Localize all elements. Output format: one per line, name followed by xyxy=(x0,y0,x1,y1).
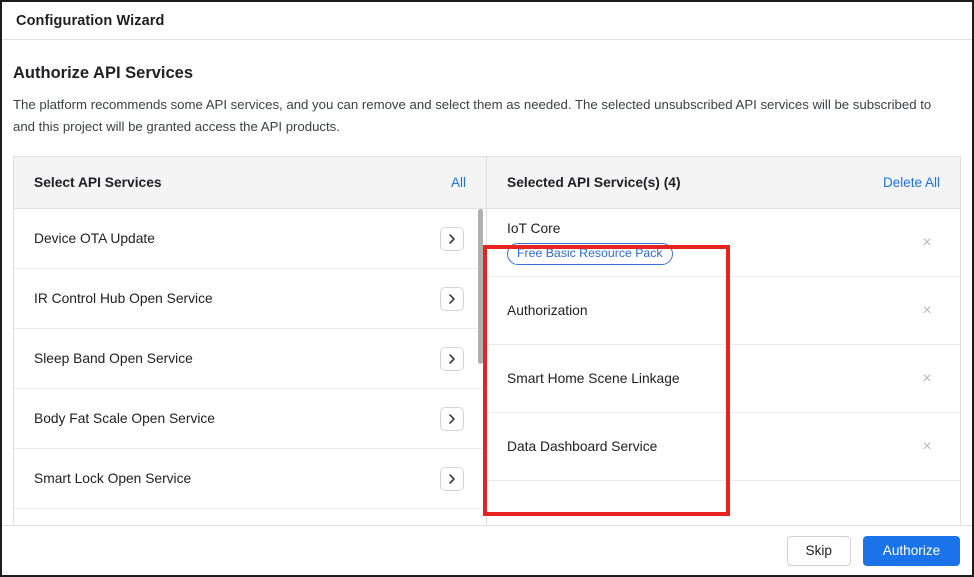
selected-service-row[interactable]: Authorization × xyxy=(487,277,960,345)
available-services-column: Select API Services All Device OTA Updat… xyxy=(14,157,487,529)
available-service-row[interactable]: Sleep Band Open Service xyxy=(14,329,486,389)
available-service-name: Device OTA Update xyxy=(34,231,155,246)
available-service-name: Smart Lock Open Service xyxy=(34,471,192,486)
selected-service-row[interactable]: IoT Core Free Basic Resource Pack × xyxy=(487,209,960,277)
available-service-name: IR Control Hub Open Service xyxy=(34,291,213,306)
page-description: The platform recommends some API service… xyxy=(13,97,932,134)
available-services-list[interactable]: Device OTA Update IR Control Hub Open Ser… xyxy=(14,209,486,529)
page-title: Authorize API Services xyxy=(13,64,194,82)
api-services-panels: Select API Services All Device OTA Updat… xyxy=(13,156,961,529)
scrollbar-thumb[interactable] xyxy=(478,209,483,364)
close-x-icon[interactable]: × xyxy=(916,300,938,322)
selected-service-name: IoT Core xyxy=(507,220,561,236)
wizard-footer: Skip Authorize xyxy=(2,525,972,575)
configuration-wizard-window: Configuration Wizard Authorize API Servi… xyxy=(0,0,974,577)
window-titlebar: Configuration Wizard xyxy=(2,2,972,40)
chevron-right-icon[interactable] xyxy=(440,406,464,431)
resource-pack-badge: Free Basic Resource Pack xyxy=(507,242,673,265)
chevron-right-icon[interactable] xyxy=(440,466,464,491)
skip-button[interactable]: Skip xyxy=(786,535,851,566)
available-services-title: Select API Services xyxy=(34,175,162,190)
close-x-icon[interactable]: × xyxy=(916,232,938,254)
selected-service-row[interactable]: Data Dashboard Service × xyxy=(487,413,960,481)
wizard-body: Authorize API Services The platform reco… xyxy=(2,40,972,529)
close-x-icon[interactable]: × xyxy=(916,368,938,390)
available-services-rows: Device OTA Update IR Control Hub Open Ser… xyxy=(14,209,486,529)
selected-service-name: Authorization xyxy=(507,303,588,318)
selected-service-info: Authorization xyxy=(507,303,588,318)
available-service-row[interactable]: Smart Lock Open Service xyxy=(14,449,486,509)
selected-service-info: Data Dashboard Service xyxy=(507,439,657,454)
selected-services-title: Selected API Service(s) (4) xyxy=(507,175,681,190)
selected-services-column: Selected API Service(s) (4) Delete All I… xyxy=(487,157,960,529)
window-title: Configuration Wizard xyxy=(16,12,165,29)
selected-service-name: Data Dashboard Service xyxy=(507,439,658,454)
selected-services-rows: IoT Core Free Basic Resource Pack × Authori… xyxy=(487,209,960,481)
available-services-header: Select API Services All xyxy=(14,157,486,209)
available-service-name: Sleep Band Open Service xyxy=(34,351,193,366)
close-x-icon[interactable]: × xyxy=(916,436,938,458)
selected-services-header: Selected API Service(s) (4) Delete All xyxy=(487,157,960,209)
delete-all-link[interactable]: Delete All xyxy=(883,175,940,190)
selected-service-name: Smart Home Scene Linkage xyxy=(507,371,680,386)
chevron-right-icon[interactable] xyxy=(440,286,464,311)
available-service-name: Body Fat Scale Open Service xyxy=(34,411,215,426)
available-services-scrollbar[interactable] xyxy=(478,209,483,529)
selected-services-list[interactable]: IoT Core Free Basic Resource Pack × Authori… xyxy=(487,209,960,529)
available-service-row[interactable]: Body Fat Scale Open Service xyxy=(14,389,486,449)
select-all-link[interactable]: All xyxy=(451,175,466,190)
selected-service-info: Smart Home Scene Linkage xyxy=(507,371,680,386)
selected-service-row[interactable]: Smart Home Scene Linkage × xyxy=(487,345,960,413)
selected-service-info: IoT Core Free Basic Resource Pack xyxy=(507,221,673,265)
available-service-row[interactable]: Device OTA Update xyxy=(14,209,486,269)
chevron-right-icon[interactable] xyxy=(440,226,464,251)
available-service-row[interactable]: IR Control Hub Open Service xyxy=(14,269,486,329)
authorize-button[interactable]: Authorize xyxy=(863,535,960,566)
chevron-right-icon[interactable] xyxy=(440,346,464,371)
